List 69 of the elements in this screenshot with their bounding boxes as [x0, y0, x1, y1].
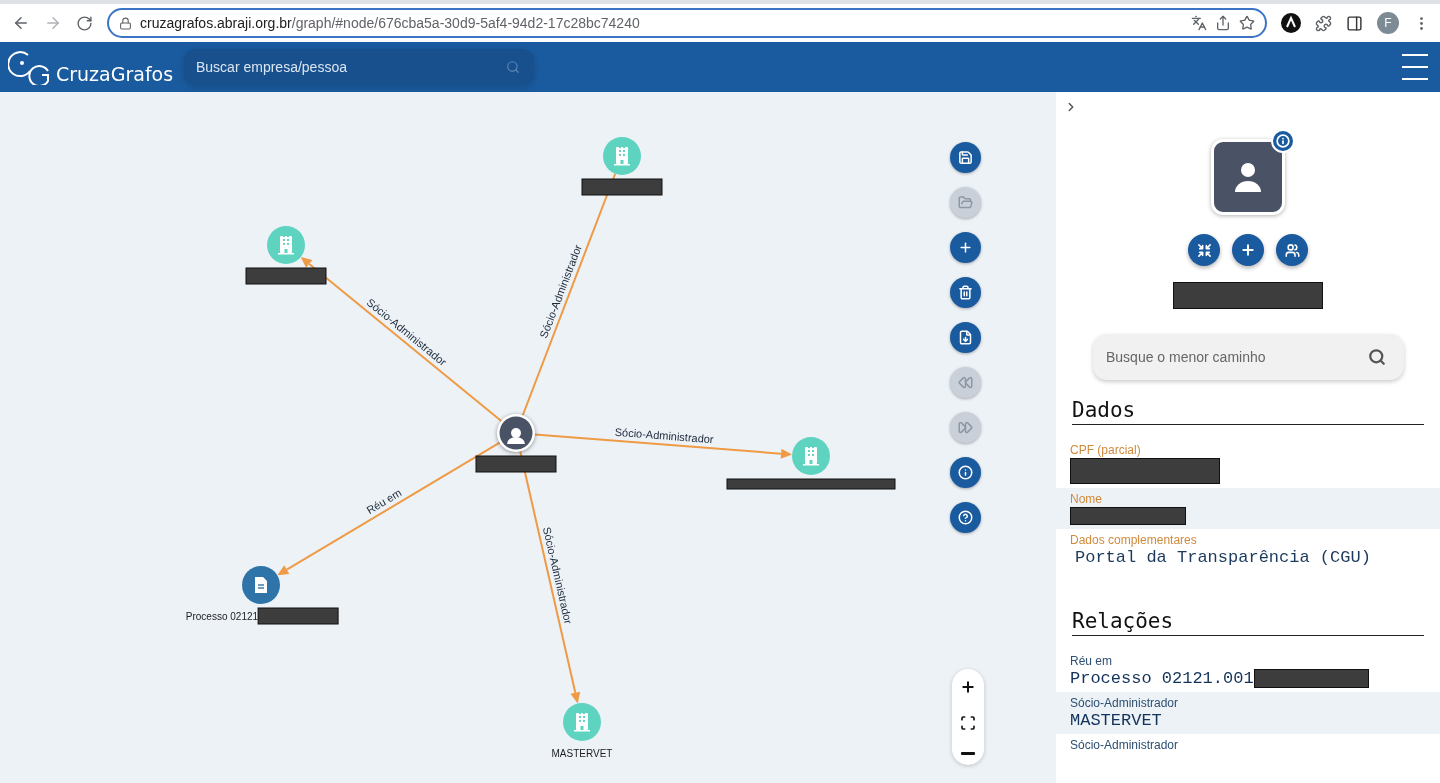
file-icon — [958, 330, 973, 345]
company-node[interactable] — [267, 226, 305, 264]
plus-icon — [958, 240, 973, 255]
field-label: Dados complementares — [1070, 533, 1197, 547]
fast-forward-icon — [958, 420, 973, 435]
section-title: Dados — [1072, 398, 1424, 425]
plus-icon — [1240, 242, 1256, 258]
relation-type: Réu em — [1070, 654, 1113, 668]
back-button[interactable] — [12, 14, 30, 32]
profile-avatar[interactable]: F — [1377, 12, 1399, 34]
search-icon — [506, 60, 520, 74]
info-icon — [1276, 134, 1290, 148]
node-label: Processo 02121 — [185, 611, 259, 622]
relation-target[interactable]: Processo 02121.001 — [1070, 669, 1254, 688]
fit-button[interactable] — [960, 715, 976, 732]
tool-button[interactable] — [950, 232, 981, 263]
translate-icon[interactable] — [1191, 15, 1207, 31]
folder-icon — [958, 195, 973, 210]
info-badge[interactable] — [1271, 129, 1295, 153]
tool-button[interactable] — [950, 277, 981, 308]
document-node[interactable] — [242, 566, 280, 604]
search-field[interactable]: Buscar empresa/pessoa — [184, 49, 534, 85]
side-panel-icon[interactable] — [1346, 14, 1363, 32]
minus-icon — [961, 751, 975, 755]
rewind-icon — [958, 375, 973, 390]
edge-label: Sócio-Administrador — [614, 425, 715, 446]
save-icon — [958, 150, 973, 165]
forward-arrow-icon — [44, 14, 62, 32]
tool-button[interactable] — [950, 142, 981, 173]
zoom-out-button[interactable] — [961, 751, 975, 755]
logo-text: CruzaGrafos — [56, 63, 174, 85]
group-button[interactable] — [1276, 234, 1308, 266]
person-node[interactable] — [497, 414, 535, 452]
field-label: CPF (parcial) — [1070, 443, 1141, 457]
trash-icon — [958, 285, 973, 300]
company-node[interactable] — [603, 137, 641, 175]
path-search-field[interactable]: Busque o menor caminho — [1093, 334, 1404, 380]
relation-type: Sócio-Administrador — [1070, 738, 1179, 752]
company-node[interactable] — [792, 437, 830, 475]
expand-button[interactable] — [1232, 234, 1264, 266]
edge-label: Réu em — [364, 486, 404, 517]
lock-icon — [119, 16, 132, 30]
menu-icon[interactable] — [1402, 53, 1428, 81]
info-icon — [958, 465, 973, 480]
url-text: cruzagrafos.abraji.org.br/graph/#node/676cba5a-30d9-5af4-94d2-17c28bc74240 — [140, 15, 640, 31]
search-icon — [1368, 348, 1386, 366]
shrink-icon — [1196, 242, 1212, 258]
tool-button[interactable] — [950, 322, 981, 353]
section-title: Relações — [1072, 609, 1424, 636]
field-value: Portal da Transparência (CGU) — [1074, 548, 1371, 567]
users-icon — [1284, 242, 1300, 258]
node-label: MASTERVET — [551, 748, 613, 759]
relation-target[interactable]: MASTERVET — [1070, 711, 1162, 730]
help-icon — [958, 510, 973, 525]
tool-button[interactable] — [950, 502, 981, 533]
user-icon — [1232, 161, 1264, 193]
puzzle-icon[interactable] — [1315, 14, 1332, 32]
star-icon[interactable] — [1239, 15, 1255, 31]
fit-icon — [960, 715, 976, 732]
relation-type: Sócio-Administrador — [1070, 696, 1179, 710]
share-icon[interactable] — [1215, 15, 1231, 31]
extension-icon[interactable] — [1281, 13, 1301, 33]
tool-button[interactable] — [950, 457, 981, 488]
reload-icon — [76, 14, 93, 32]
field-label: Nome — [1070, 492, 1102, 506]
company-node[interactable] — [563, 703, 601, 741]
address-bar[interactable]: cruzagrafos.abraji.org.br/graph/#node/676cba5a-30d9-5af4-94d2-17c28bc74240 — [107, 8, 1267, 38]
collapse-node-button[interactable] — [1188, 234, 1220, 266]
reload-button[interactable] — [76, 14, 93, 32]
